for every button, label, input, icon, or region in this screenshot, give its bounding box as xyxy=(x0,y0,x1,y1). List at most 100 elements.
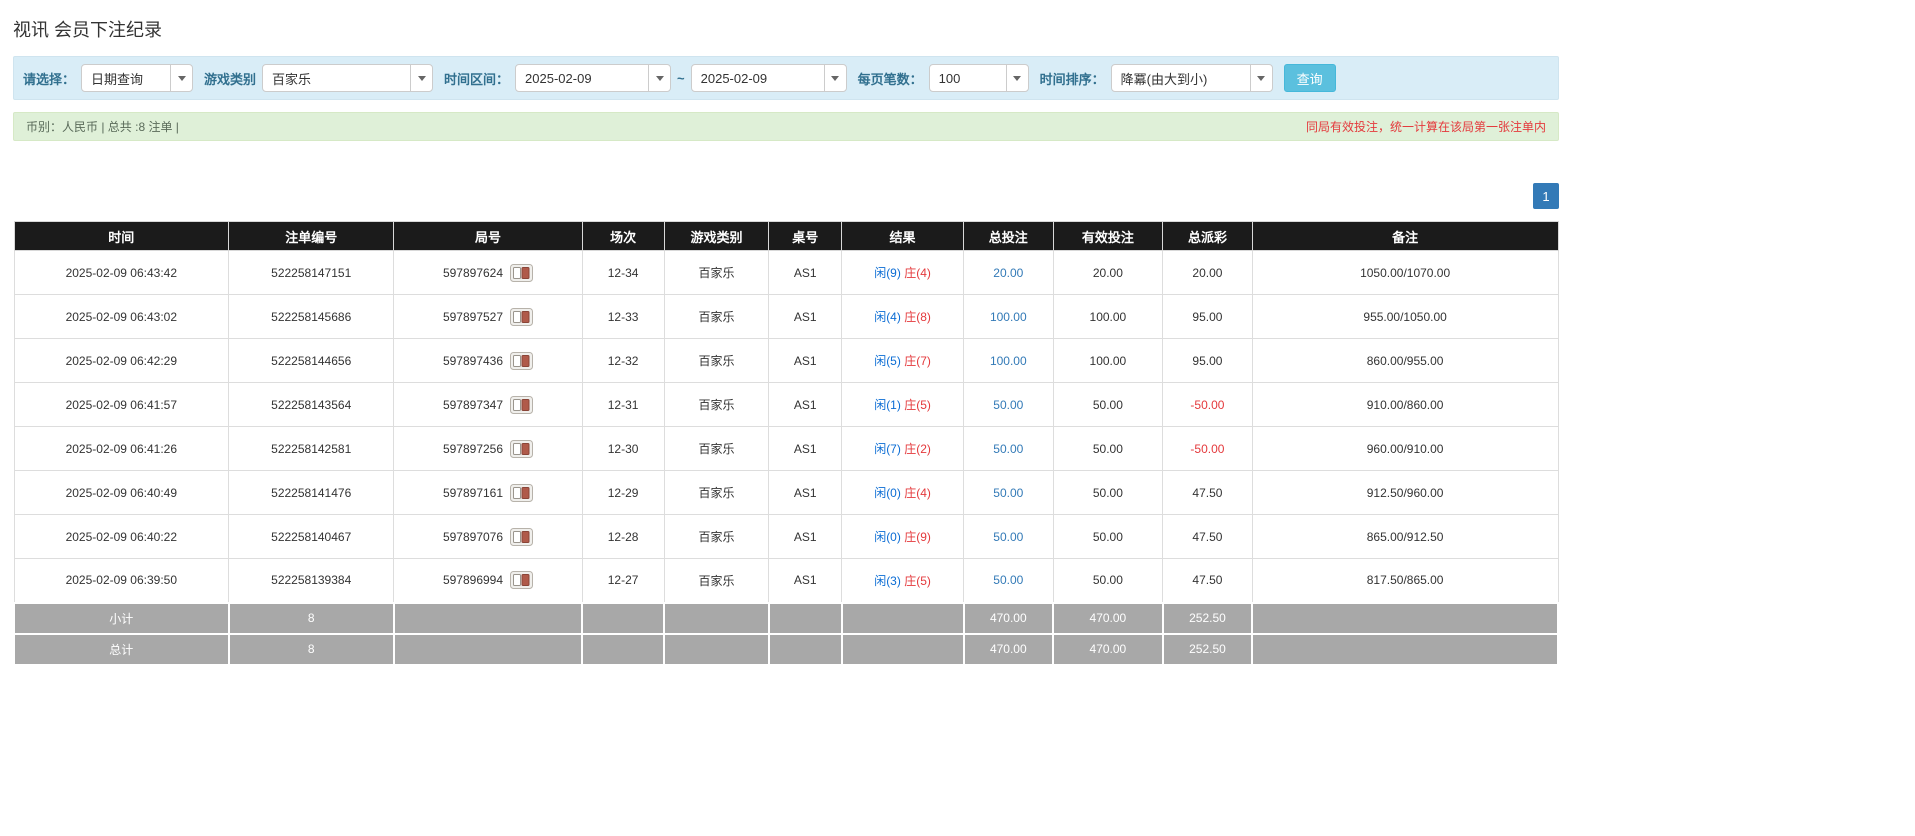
cell-table-no: AS1 xyxy=(769,559,842,603)
cell-valid-bet: 20.00 xyxy=(1053,251,1163,295)
page-size-select[interactable]: 100 xyxy=(929,64,1029,92)
total-bet-link[interactable]: 100.00 xyxy=(990,310,1027,324)
column-header: 总投注 xyxy=(964,222,1054,251)
total-bet-link[interactable]: 50.00 xyxy=(993,486,1023,500)
cell-total-bet: 50.00 xyxy=(964,383,1054,427)
round-id-text: 597897527 xyxy=(443,310,503,324)
cell-session: 12-28 xyxy=(582,515,664,559)
result-cards-icon[interactable] xyxy=(510,308,533,326)
banker-result: 庄(2) xyxy=(904,442,931,456)
search-button[interactable]: 查询 xyxy=(1284,64,1336,92)
subtotal-valid-bet: 470.00 xyxy=(1053,603,1163,634)
pagination-page-1-button[interactable]: 1 xyxy=(1533,183,1559,209)
game-type-select[interactable]: 百家乐 xyxy=(262,64,433,92)
result-cards-icon[interactable] xyxy=(510,484,533,502)
cell-table-no: AS1 xyxy=(769,339,842,383)
column-header: 游戏类别 xyxy=(664,222,769,251)
cell-session: 12-31 xyxy=(582,383,664,427)
cell-remark: 865.00/912.50 xyxy=(1252,515,1558,559)
round-id-text: 597897436 xyxy=(443,354,503,368)
cell-valid-bet: 50.00 xyxy=(1053,427,1163,471)
total-label: 总计 xyxy=(14,634,229,665)
table-row: 2025-02-09 06:39:50522258139384597896994… xyxy=(14,559,1558,603)
cell-game-type: 百家乐 xyxy=(664,471,769,515)
result-cards-icon[interactable] xyxy=(510,440,533,458)
range-separator: ~ xyxy=(677,71,685,86)
cell-total-bet: 50.00 xyxy=(964,559,1054,603)
cell-round-id: 597896994 xyxy=(394,559,582,603)
date-from-value: 2025-02-09 xyxy=(516,71,648,86)
chevron-down-icon[interactable] xyxy=(170,65,192,91)
cell-round-id: 597897256 xyxy=(394,427,582,471)
chevron-down-icon[interactable] xyxy=(410,65,432,91)
banker-result: 庄(4) xyxy=(904,266,931,280)
result-cards-icon[interactable] xyxy=(510,264,533,282)
round-id-text: 597897076 xyxy=(443,530,503,544)
total-bet-link[interactable]: 100.00 xyxy=(990,354,1027,368)
result-cards-icon[interactable] xyxy=(510,352,533,370)
cell-bet-id: 522258142581 xyxy=(229,427,394,471)
cell-valid-bet: 50.00 xyxy=(1053,559,1163,603)
result-cards-icon[interactable] xyxy=(510,528,533,546)
column-header: 桌号 xyxy=(769,222,842,251)
column-header: 结果 xyxy=(842,222,964,251)
cell-table-no: AS1 xyxy=(769,427,842,471)
player-result: 闲(0) xyxy=(874,486,901,500)
column-header: 注单编号 xyxy=(229,222,394,251)
cell-remark: 1050.00/1070.00 xyxy=(1252,251,1558,295)
query-type-label: 请选择： xyxy=(23,69,75,88)
cell-round-id: 597897161 xyxy=(394,471,582,515)
cell-remark: 817.50/865.00 xyxy=(1252,559,1558,603)
time-sort-group: 时间排序： 降冪(由大到小) xyxy=(1040,64,1273,92)
table-row: 2025-02-09 06:43:42522258147151597897624… xyxy=(14,251,1558,295)
subtotal-payout: 252.50 xyxy=(1163,603,1253,634)
column-header: 总派彩 xyxy=(1163,222,1253,251)
result-cards-icon[interactable] xyxy=(510,396,533,414)
cell-session: 12-32 xyxy=(582,339,664,383)
cell-payout: 20.00 xyxy=(1163,251,1253,295)
date-from-picker[interactable]: 2025-02-09 xyxy=(515,64,671,92)
cell-payout: 47.50 xyxy=(1163,515,1253,559)
time-sort-select[interactable]: 降冪(由大到小) xyxy=(1111,64,1273,92)
banker-result: 庄(9) xyxy=(904,530,931,544)
date-to-picker[interactable]: 2025-02-09 xyxy=(691,64,847,92)
subtotal-count: 8 xyxy=(229,603,394,634)
query-type-select[interactable]: 日期查询 xyxy=(81,64,193,92)
cell-table-no: AS1 xyxy=(769,295,842,339)
cell-game-type: 百家乐 xyxy=(664,427,769,471)
cell-bet-id: 522258139384 xyxy=(229,559,394,603)
cell-payout: 95.00 xyxy=(1163,295,1253,339)
cell-payout: 47.50 xyxy=(1163,471,1253,515)
total-valid-bet: 470.00 xyxy=(1053,634,1163,665)
total-bet-link[interactable]: 20.00 xyxy=(993,266,1023,280)
cell-table-no: AS1 xyxy=(769,251,842,295)
cell-time: 2025-02-09 06:43:42 xyxy=(14,251,229,295)
page-size-group: 每页笔数： 100 xyxy=(858,64,1029,92)
cell-empty xyxy=(1252,603,1558,634)
cell-bet-id: 522258147151 xyxy=(229,251,394,295)
currency-summary-text: 币别：人民币 | 总共 :8 注单 | xyxy=(26,118,179,135)
cell-game-type: 百家乐 xyxy=(664,251,769,295)
player-result: 闲(0) xyxy=(874,530,901,544)
cell-remark: 910.00/860.00 xyxy=(1252,383,1558,427)
result-cards-icon[interactable] xyxy=(510,571,533,589)
chevron-down-icon[interactable] xyxy=(648,65,670,91)
total-count: 8 xyxy=(229,634,394,665)
chevron-down-icon[interactable] xyxy=(824,65,846,91)
cell-game-type: 百家乐 xyxy=(664,515,769,559)
total-bet-link[interactable]: 50.00 xyxy=(993,573,1023,587)
subtotal-row: 小计 8 470.00 470.00 252.50 xyxy=(14,603,1558,634)
chevron-down-icon[interactable] xyxy=(1250,65,1272,91)
cell-result: 闲(9) 庄(4) xyxy=(842,251,964,295)
total-bet-link[interactable]: 50.00 xyxy=(993,530,1023,544)
total-bet-link[interactable]: 50.00 xyxy=(993,442,1023,456)
total-bet-link[interactable]: 50.00 xyxy=(993,398,1023,412)
table-row: 2025-02-09 06:42:29522258144656597897436… xyxy=(14,339,1558,383)
cell-time: 2025-02-09 06:43:02 xyxy=(14,295,229,339)
chevron-down-icon[interactable] xyxy=(1006,65,1028,91)
table-row: 2025-02-09 06:40:22522258140467597897076… xyxy=(14,515,1558,559)
player-result: 闲(5) xyxy=(874,354,901,368)
cell-table-no: AS1 xyxy=(769,515,842,559)
round-id-text: 597897256 xyxy=(443,442,503,456)
column-header: 备注 xyxy=(1252,222,1558,251)
